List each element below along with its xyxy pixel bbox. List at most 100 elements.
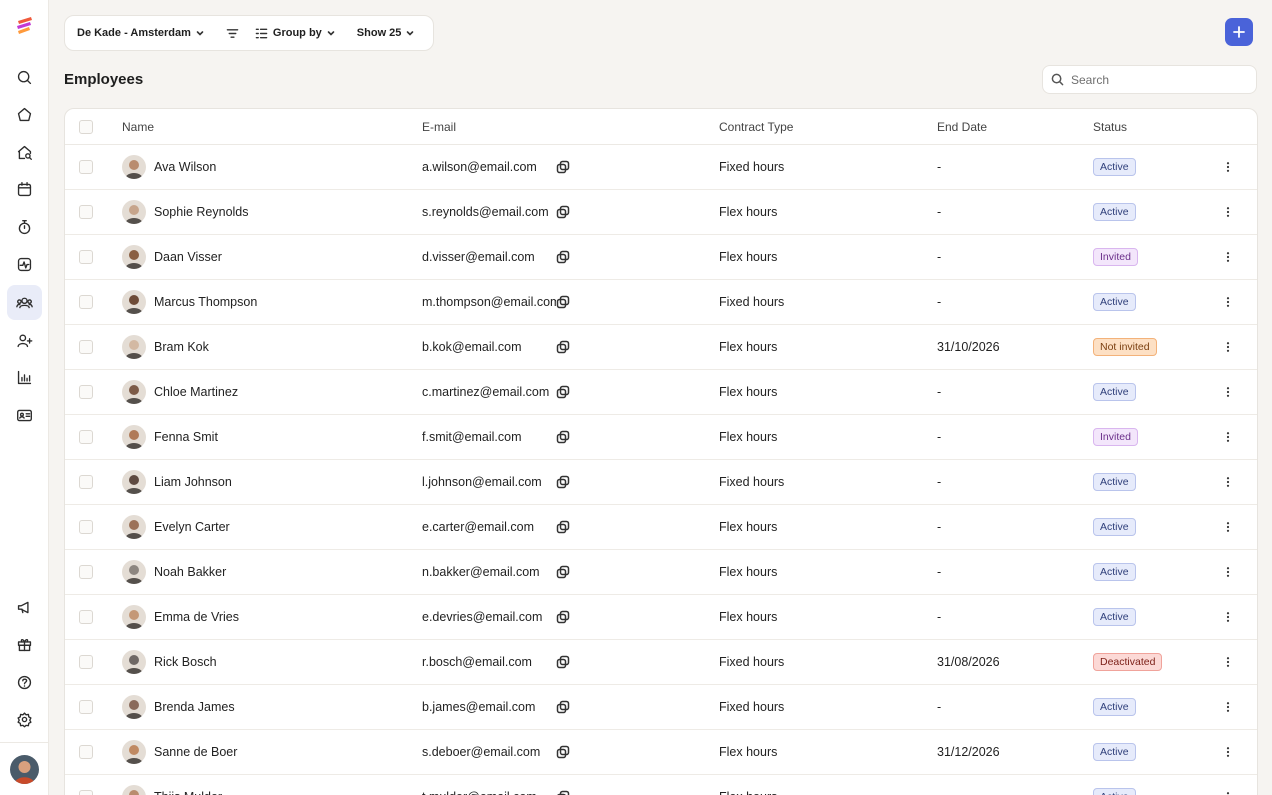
nav-help[interactable] [7,665,42,700]
copy-icon[interactable] [556,250,570,264]
copy-icon[interactable] [556,160,570,174]
row-checkbox[interactable] [79,520,93,534]
employee-name-cell[interactable]: Sanne de Boer [122,730,237,774]
more-options-icon[interactable] [1222,431,1234,443]
copy-icon[interactable] [556,745,570,759]
nav-timer[interactable] [7,210,42,245]
row-checkbox[interactable] [79,475,93,489]
copy-icon[interactable] [556,475,570,489]
column-header-email[interactable]: E-mail [422,109,456,144]
employee-name-cell[interactable]: Rick Bosch [122,640,217,684]
table-row[interactable]: Emma de Vries e.devries@email.com Flex h… [65,595,1257,640]
column-header-contract-type[interactable]: Contract Type [719,109,793,144]
nav-announcements[interactable] [7,590,42,625]
more-options-icon[interactable] [1222,296,1234,308]
row-checkbox[interactable] [79,655,93,669]
nav-calendar[interactable] [7,172,42,207]
employee-name-cell[interactable]: Ava Wilson [122,145,216,189]
copy-icon[interactable] [556,790,570,795]
filter-button[interactable] [226,27,239,40]
copy-icon[interactable] [556,295,570,309]
nav-settings[interactable] [7,702,42,737]
table-row[interactable]: Noah Bakker n.bakker@email.com Flex hour… [65,550,1257,595]
nav-employees[interactable] [7,285,42,320]
copy-icon[interactable] [556,700,570,714]
more-options-icon[interactable] [1222,791,1234,795]
employee-name-cell[interactable]: Sophie Reynolds [122,190,249,234]
column-header-status[interactable]: Status [1093,109,1127,144]
table-row[interactable]: Evelyn Carter e.carter@email.com Flex ho… [65,505,1257,550]
nav-search[interactable] [7,60,42,95]
row-checkbox[interactable] [79,250,93,264]
select-all-checkbox[interactable] [79,119,93,134]
row-checkbox[interactable] [79,385,93,399]
employee-name-cell[interactable]: Fenna Smit [122,415,218,459]
show-count-select[interactable]: Show 25 [357,27,415,39]
copy-icon[interactable] [556,520,570,534]
table-row[interactable]: Fenna Smit f.smit@email.com Flex hours -… [65,415,1257,460]
copy-icon[interactable] [556,340,570,354]
column-header-end-date[interactable]: End Date [937,109,987,144]
more-options-icon[interactable] [1222,476,1234,488]
group-by-select[interactable]: Group by [255,27,335,40]
row-checkbox[interactable] [79,790,93,795]
table-row[interactable]: Thijs Mulder t.mulder@email.com Flex hou… [65,775,1257,795]
employee-name-cell[interactable]: Bram Kok [122,325,209,369]
more-options-icon[interactable] [1222,206,1234,218]
more-options-icon[interactable] [1222,161,1234,173]
employee-name-cell[interactable]: Daan Visser [122,235,222,279]
more-options-icon[interactable] [1222,656,1234,668]
copy-icon[interactable] [556,610,570,624]
table-row[interactable]: Rick Bosch r.bosch@email.com Fixed hours… [65,640,1257,685]
table-row[interactable]: Liam Johnson l.johnson@email.com Fixed h… [65,460,1257,505]
row-checkbox[interactable] [79,340,93,354]
more-options-icon[interactable] [1222,521,1234,533]
row-checkbox[interactable] [79,745,93,759]
more-options-icon[interactable] [1222,341,1234,353]
column-header-name[interactable]: Name [122,109,154,144]
employee-name-cell[interactable]: Thijs Mulder [122,775,222,795]
copy-icon[interactable] [556,205,570,219]
table-row[interactable]: Brenda James b.james@email.com Fixed hou… [65,685,1257,730]
search-box[interactable] [1042,65,1257,94]
employee-name-cell[interactable]: Emma de Vries [122,595,239,639]
employee-name-cell[interactable]: Liam Johnson [122,460,232,504]
search-input[interactable] [1071,72,1241,87]
copy-icon[interactable] [556,430,570,444]
table-row[interactable]: Sanne de Boer s.deboer@email.com Flex ho… [65,730,1257,775]
employee-name-cell[interactable]: Marcus Thompson [122,280,257,324]
user-avatar[interactable] [10,755,39,784]
row-checkbox[interactable] [79,610,93,624]
nav-id-card[interactable] [7,398,42,433]
nav-reports[interactable] [7,360,42,395]
table-row[interactable]: Ava Wilson a.wilson@email.com Fixed hour… [65,145,1257,190]
copy-icon[interactable] [556,385,570,399]
employee-name-cell[interactable]: Chloe Martinez [122,370,238,414]
nav-gifts[interactable] [7,627,42,662]
more-options-icon[interactable] [1222,701,1234,713]
more-options-icon[interactable] [1222,746,1234,758]
table-row[interactable]: Daan Visser d.visser@email.com Flex hour… [65,235,1257,280]
nav-home[interactable] [7,97,42,132]
nav-activity[interactable] [7,247,42,282]
nav-add-user[interactable] [7,323,42,358]
copy-icon[interactable] [556,565,570,579]
employee-name-cell[interactable]: Evelyn Carter [122,505,230,549]
location-select[interactable]: De Kade - Amsterdam [77,27,204,39]
employee-name-cell[interactable]: Noah Bakker [122,550,226,594]
row-checkbox[interactable] [79,565,93,579]
employee-name-cell[interactable]: Brenda James [122,685,235,729]
table-row[interactable]: Sophie Reynolds s.reynolds@email.com Fle… [65,190,1257,235]
table-row[interactable]: Chloe Martinez c.martinez@email.com Flex… [65,370,1257,415]
more-options-icon[interactable] [1222,611,1234,623]
row-checkbox[interactable] [79,700,93,714]
more-options-icon[interactable] [1222,251,1234,263]
row-checkbox[interactable] [79,430,93,444]
more-options-icon[interactable] [1222,566,1234,578]
row-checkbox[interactable] [79,160,93,174]
table-row[interactable]: Bram Kok b.kok@email.com Flex hours 31/1… [65,325,1257,370]
table-row[interactable]: Marcus Thompson m.thompson@email.com Fix… [65,280,1257,325]
nav-search-home[interactable] [7,135,42,170]
more-options-icon[interactable] [1222,386,1234,398]
app-logo-icon[interactable] [15,15,35,35]
